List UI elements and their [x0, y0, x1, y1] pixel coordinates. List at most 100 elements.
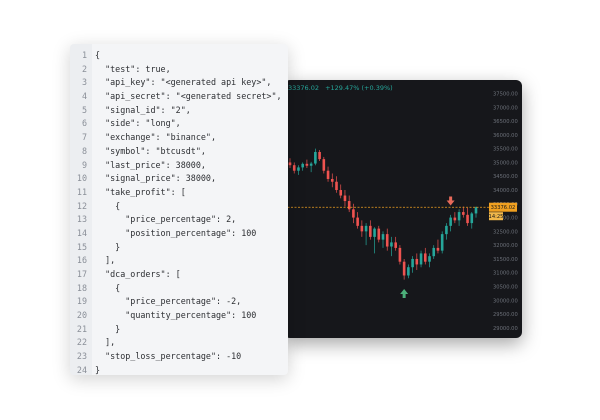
- code-text: {: [95, 50, 101, 60]
- candle-body: [364, 225, 368, 232]
- candle-body: [322, 159, 326, 171]
- line-number: 23: [76, 351, 87, 362]
- header-change: +129.47% (+0.39%): [325, 84, 393, 92]
- code-text: "price_percentage": -2,: [95, 296, 242, 307]
- line-number: 14: [76, 227, 87, 238]
- line-number: 22: [76, 337, 87, 348]
- code-text: "position_percentage": 100: [95, 227, 257, 238]
- code-text: "quantity_percentage": 100: [95, 310, 257, 321]
- candle-body: [462, 212, 465, 215]
- code-line: 10 "signal_price": 38000,: [70, 172, 288, 186]
- candle-body: [360, 225, 364, 232]
- code-lines: 1{2 "test": true, 3 "api_key": "<generate…: [70, 49, 288, 375]
- y-tick-label: 36500.00: [493, 119, 518, 125]
- candle-body: [411, 258, 414, 268]
- code-text: ],: [95, 337, 116, 348]
- y-tick-label: 32500.00: [493, 229, 518, 235]
- candle-body: [415, 258, 419, 265]
- buy-arrow-icon: [400, 288, 409, 298]
- code-text: "signal_id": "2",: [95, 104, 191, 115]
- code-line: 13 "price_percentage": 2,: [70, 213, 288, 227]
- line-number: 10: [76, 173, 87, 184]
- code-line: 5 "signal_id": "2",: [70, 104, 288, 118]
- y-tick-label: 29500.00: [493, 312, 518, 318]
- code-text: "test": true,: [95, 63, 171, 74]
- candle-body: [457, 212, 461, 221]
- line-number: 4: [81, 91, 87, 102]
- code-line: 3 "api_key": "<generated api key>",: [70, 76, 288, 90]
- candle-body: [466, 214, 469, 224]
- line-number: 13: [76, 214, 87, 225]
- line-number: 6: [81, 118, 87, 129]
- code-line: 23 "stop_loss_percentage": -10: [70, 350, 288, 364]
- y-tick-label: 29000.00: [493, 326, 518, 332]
- line-number: 19: [76, 296, 87, 307]
- line-number: 12: [76, 200, 87, 211]
- y-tick-label: 32000.00: [493, 243, 518, 249]
- candle-body: [309, 163, 313, 166]
- candle-body: [292, 165, 296, 171]
- code-line: 9 "last_price": 38000,: [70, 159, 288, 173]
- candlestick-chart: 37500.00 37000.00 36500.00 36000.00 35500.00…: [284, 92, 518, 332]
- code-text: }: [95, 364, 101, 375]
- code-line: 1{: [70, 49, 288, 63]
- code-line: 16 ],: [70, 254, 288, 268]
- code-text: "side": "long",: [95, 118, 181, 129]
- code-line: 20 "quantity_percentage": 100: [70, 309, 288, 323]
- y-tick-label: 34000.00: [493, 188, 518, 194]
- code-line: 8 "symbol": "btcusdt",: [70, 145, 288, 159]
- sell-arrow-icon: [446, 196, 455, 206]
- line-number: 8: [81, 145, 87, 156]
- candle-body: [398, 247, 402, 262]
- y-tick-label: 30000.00: [493, 298, 518, 304]
- candle-body: [326, 170, 330, 179]
- candle-body: [369, 225, 372, 237]
- code-text: ],: [95, 255, 116, 266]
- line-number: 9: [81, 159, 87, 170]
- line-number: 24: [76, 364, 87, 375]
- line-number: 17: [76, 269, 87, 279]
- y-tick-label: 36000.00: [493, 133, 518, 139]
- candle-body: [352, 209, 355, 218]
- code-text: }: [95, 241, 121, 252]
- candle-body: [381, 234, 385, 240]
- candle-body: [373, 228, 376, 237]
- line-number: 3: [81, 77, 87, 88]
- y-tick-label: 31000.00: [493, 271, 518, 277]
- candle-body: [407, 267, 410, 276]
- candle-body: [297, 167, 300, 171]
- code-text: "exchange": "binance",: [95, 132, 217, 143]
- candle-body: [432, 247, 436, 257]
- code-line: 7 "exchange": "binance",: [70, 131, 288, 145]
- code-text: }: [95, 323, 121, 334]
- code-line: 4 "api_secret": "<generated secret>",: [70, 90, 288, 104]
- line-number: 20: [76, 310, 87, 321]
- code-panel: 1{2 "test": true, 3 "api_key": "<generate…: [70, 44, 288, 375]
- candle-body: [377, 228, 381, 240]
- y-tick-label: 34500.00: [493, 174, 518, 180]
- candle-body: [445, 225, 448, 235]
- line-number: 15: [76, 241, 87, 252]
- code-text: "take_profit": [: [95, 186, 186, 197]
- candle-body: [390, 242, 393, 247]
- candle-body: [470, 213, 474, 224]
- candle-body: [288, 162, 292, 166]
- y-tick-label: 31500.00: [493, 257, 518, 263]
- code-line: 17 "dca_orders": [: [70, 268, 288, 282]
- candle-body: [305, 163, 309, 166]
- code-line: 6 "side": "long",: [70, 117, 288, 131]
- y-tick-label: 37500.00: [493, 92, 518, 98]
- line-number: 5: [81, 104, 87, 115]
- code-text: "api_key": "<generated api key>",: [95, 77, 272, 88]
- candle-body: [423, 253, 427, 262]
- code-line: 14 "position_percentage": 100: [70, 227, 288, 241]
- candle-body: [385, 234, 389, 247]
- code-line: 2 "test": true,: [70, 63, 288, 77]
- code-line: 18 {: [70, 282, 288, 296]
- code-line: 24}: [70, 364, 288, 375]
- candle-body: [428, 256, 431, 262]
- y-tick-label: 30500.00: [493, 285, 518, 291]
- candle-body: [402, 261, 406, 276]
- candle-body: [419, 253, 423, 265]
- candle-body: [335, 181, 338, 191]
